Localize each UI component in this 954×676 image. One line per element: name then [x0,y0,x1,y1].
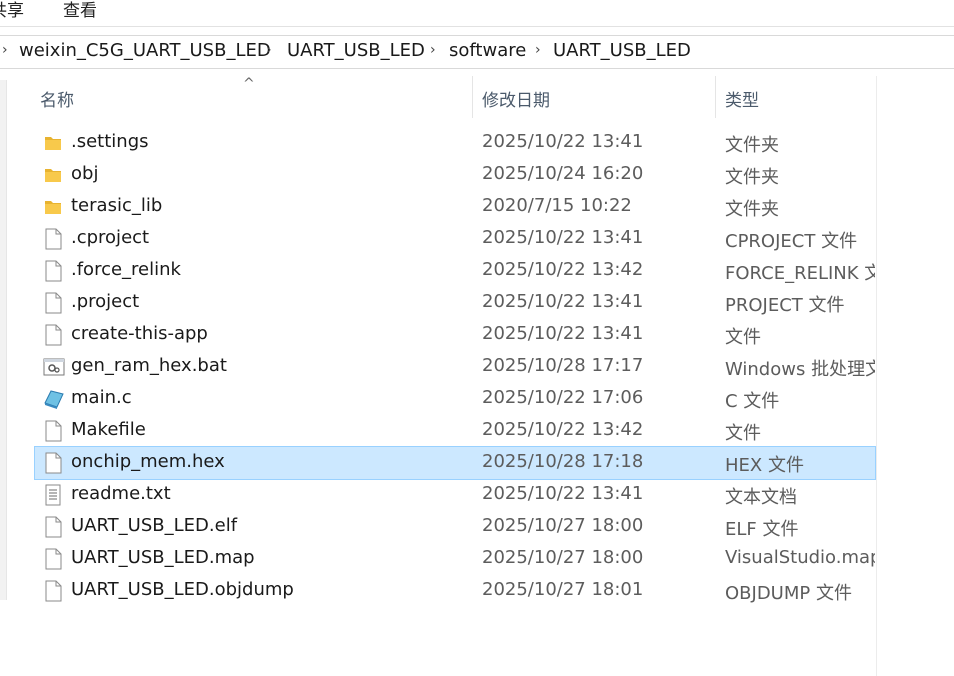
column-divider[interactable] [472,76,473,118]
breadcrumb-item-3[interactable]: UART_USB_LED [553,40,691,61]
file-row[interactable]: onchip_mem.hex 2025/10/28 17:18 HEX 文件 [34,446,876,480]
chevron-right-icon[interactable]: › [430,42,436,58]
file-name[interactable]: main.c [71,387,132,408]
file-modified-date: 2025/10/27 18:00 [482,515,644,536]
file-name[interactable]: readme.txt [71,483,171,504]
file-type: FORCE_RELINK 文件 [725,263,875,284]
folder-icon [43,196,63,218]
file-type: 文件夹 [725,199,779,220]
file-type: Windows 批处理文件 [725,359,875,380]
file-icon [43,516,63,538]
file-type: PROJECT 文件 [725,295,845,316]
column-header-type[interactable]: 类型 [725,86,759,111]
file-row[interactable]: UART_USB_LED.elf 2025/10/27 18:00 ELF 文件 [35,511,875,543]
file-row[interactable]: Makefile 2025/10/22 13:42 文件 [35,415,875,447]
file-modified-date: 2025/10/28 17:17 [482,355,644,376]
file-row[interactable]: .cproject 2025/10/22 13:41 CPROJECT 文件 [35,223,875,255]
file-name[interactable]: .cproject [71,227,149,248]
file-icon [43,420,63,442]
file-modified-date: 2025/10/28 17:18 [482,451,644,472]
file-icon [43,324,63,346]
file-row[interactable]: .project 2025/10/22 13:41 PROJECT 文件 [35,287,875,319]
chevron-right-icon[interactable]: › [266,42,272,58]
file-modified-date: 2025/10/22 13:41 [482,323,644,344]
file-row[interactable]: main.c 2025/10/22 17:06 C 文件 [35,383,875,415]
column-divider[interactable] [715,76,716,118]
file-icon [43,548,63,570]
file-row[interactable]: UART_USB_LED.map 2025/10/27 18:00 VisualSt… [35,543,875,575]
ribbon-tab-view[interactable]: 查看 [63,0,97,21]
file-type: OBJDUMP 文件 [725,583,852,604]
file-icon [43,580,63,602]
file-name[interactable]: terasic_lib [71,195,162,216]
column-header-name[interactable]: 名称 [40,86,74,111]
breadcrumb-item-2[interactable]: software [449,40,526,61]
file-type: HEX 文件 [725,455,804,476]
file-row[interactable]: obj 2025/10/24 16:20 文件夹 [35,159,875,191]
file-row[interactable]: gen_ram_hex.bat 2025/10/28 17:17 Windows 批… [35,351,875,383]
file-name[interactable]: UART_USB_LED.objdump [71,579,294,600]
file-modified-date: 2025/10/22 13:41 [482,483,644,504]
file-modified-date: 2025/10/22 13:41 [482,291,644,312]
chevron-right-icon[interactable]: › [2,42,8,58]
folder-icon [43,132,63,154]
file-type: 文件 [725,423,761,444]
file-name[interactable]: create-this-app [71,323,208,344]
breadcrumb-item-1[interactable]: UART_USB_LED [287,40,425,61]
file-row[interactable]: .settings 2025/10/22 13:41 文件夹 [35,127,875,159]
file-row[interactable]: readme.txt 2025/10/22 13:41 文本文档 [35,479,875,511]
file-icon [43,260,63,282]
file-row[interactable]: .force_relink 2025/10/22 13:42 FORCE_RELIN… [35,255,875,287]
sort-ascending-icon: ^ [243,76,255,92]
address-bar[interactable]: › weixin_C5G_UART_USB_LED › UART_USB_LED… [0,35,954,69]
folder-icon [43,164,63,186]
file-name[interactable]: UART_USB_LED.elf [71,515,237,536]
ribbon: 共享 查看 [0,0,954,26]
file-name[interactable]: .project [71,291,139,312]
file-modified-date: 2025/10/22 13:42 [482,259,644,280]
column-edge [876,76,877,676]
file-type: 文件 [725,327,761,348]
chevron-right-icon[interactable]: › [535,42,541,58]
navigation-pane-edge [0,80,7,600]
file-name[interactable]: Makefile [71,419,146,440]
file-type: ELF 文件 [725,519,799,540]
breadcrumb-item-0[interactable]: weixin_C5G_UART_USB_LED [19,40,271,61]
file-row[interactable]: terasic_lib 2020/7/15 10:22 文件夹 [35,191,875,223]
file-name[interactable]: gen_ram_hex.bat [71,355,227,376]
file-type: CPROJECT 文件 [725,231,858,252]
ribbon-tab-share[interactable]: 共享 [0,0,24,21]
file-type: VisualStudio.map [725,547,875,568]
ribbon-divider [0,26,954,27]
file-modified-date: 2025/10/22 17:06 [482,387,644,408]
column-header-row: ^ 名称 修改日期 类型 [0,76,876,122]
file-list: .settings 2025/10/22 13:41 文件夹 obj 2025/10/2… [34,127,876,607]
file-name[interactable]: UART_USB_LED.map [71,547,255,568]
file-icon [43,452,63,474]
file-modified-date: 2025/10/22 13:42 [482,419,644,440]
file-name[interactable]: onchip_mem.hex [71,451,225,472]
file-modified-date: 2025/10/27 18:00 [482,547,644,568]
file-type: 文本文档 [725,487,797,508]
c-source-icon [43,388,64,410]
column-header-date[interactable]: 修改日期 [482,86,550,111]
text-file-icon [43,484,63,506]
file-row[interactable]: create-this-app 2025/10/22 13:41 文件 [35,319,875,351]
file-icon [43,292,63,314]
file-modified-date: 2025/10/22 13:41 [482,227,644,248]
file-name[interactable]: .force_relink [71,259,181,280]
file-modified-date: 2025/10/22 13:41 [482,131,644,152]
file-icon [43,228,63,250]
batch-file-icon [43,356,65,378]
file-name[interactable]: .settings [71,131,149,152]
file-type: C 文件 [725,391,780,412]
file-modified-date: 2020/7/15 10:22 [482,195,632,216]
file-modified-date: 2025/10/27 18:01 [482,579,644,600]
file-name[interactable]: obj [71,163,98,184]
file-modified-date: 2025/10/24 16:20 [482,163,644,184]
file-type: 文件夹 [725,135,779,156]
file-row[interactable]: UART_USB_LED.objdump 2025/10/27 18:01 OBJD… [35,575,875,607]
file-type: 文件夹 [725,167,779,188]
